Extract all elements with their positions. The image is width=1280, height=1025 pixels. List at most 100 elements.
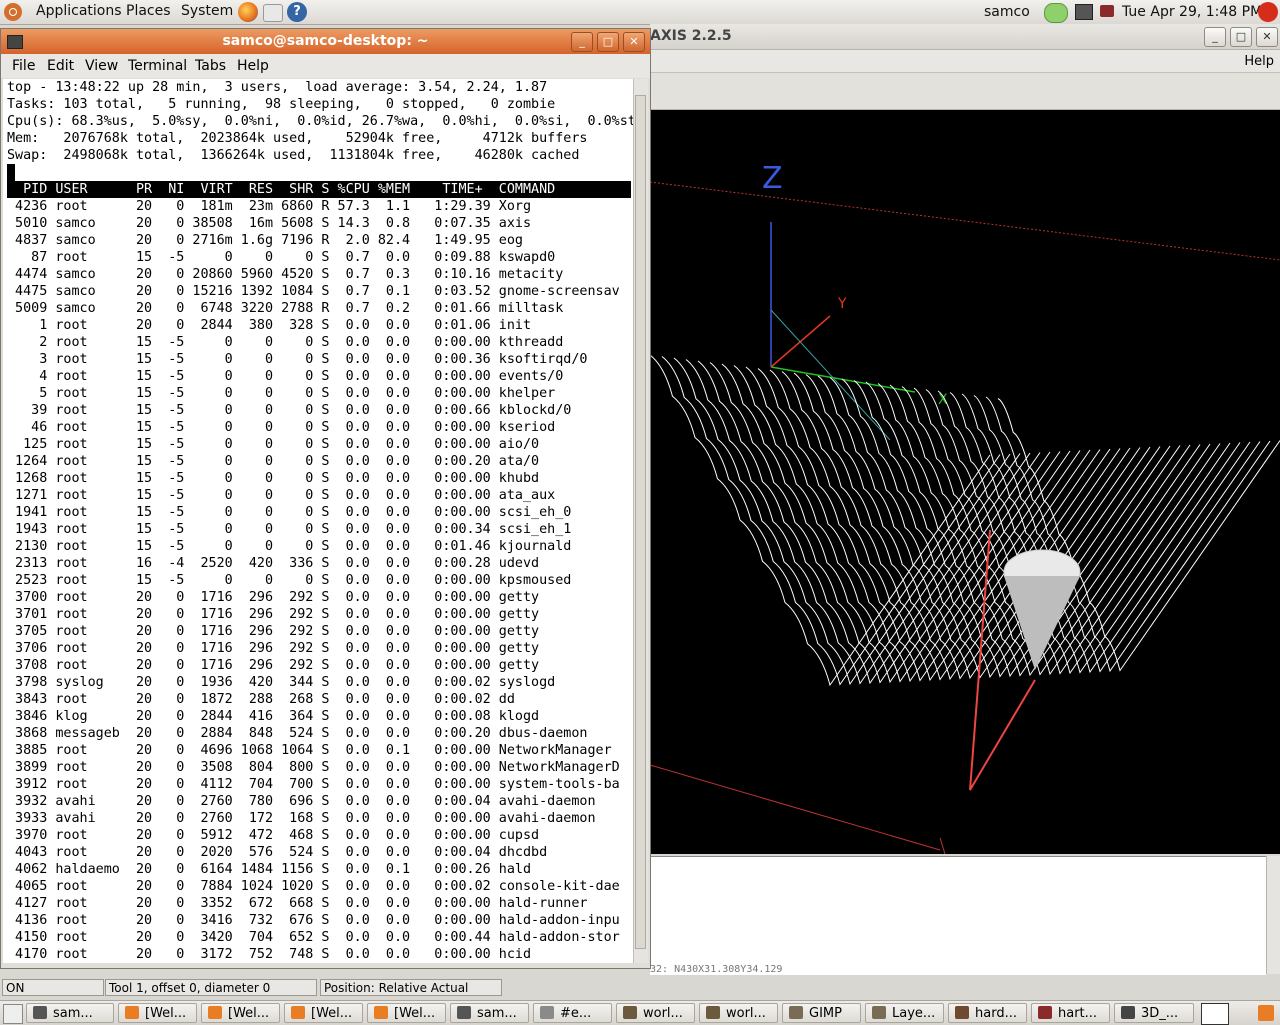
- process-row: 1271 root 15 -5 0 0 0 S 0.0 0.0 0:00.00 …: [7, 488, 556, 503]
- taskbar-button[interactable]: sam...: [450, 1003, 529, 1023]
- process-row: 3912 root 20 0 4112 704 700 S 0.0 0.0 0:…: [7, 777, 620, 792]
- gcode-listing[interactable]: 32: N430X31.308Y34.129: [650, 856, 1266, 975]
- taskbar-button[interactable]: worl...: [699, 1003, 778, 1023]
- display-icon[interactable]: [1075, 4, 1093, 20]
- taskbar-button-label: hard...: [975, 1006, 1017, 1021]
- taskbar-button[interactable]: Laye...: [865, 1003, 944, 1023]
- limit-line: [649, 181, 1280, 261]
- minimize-button[interactable]: _: [1204, 27, 1226, 47]
- gimp-icon: [872, 1006, 886, 1019]
- network-icon[interactable]: [1044, 3, 1068, 23]
- volume-icon[interactable]: [1100, 5, 1114, 17]
- scrollbar-thumb[interactable]: [635, 95, 646, 949]
- taskbar-button[interactable]: worl...: [616, 1003, 695, 1023]
- process-table: 4236 root 20 0 181m 23m 6860 R 57.3 1.1 …: [3, 198, 620, 963]
- taskbar-button[interactable]: [Wel...: [118, 1003, 197, 1023]
- taskbar-button[interactable]: 3D_...: [1114, 1003, 1194, 1023]
- system-menu[interactable]: System: [181, 3, 233, 19]
- process-row: 3 root 15 -5 0 0 0 S 0.0 0.0 0:00.36 kso…: [7, 352, 588, 367]
- toolpath-preview[interactable]: Z Y X: [649, 110, 1280, 855]
- taskbar-button[interactable]: hart...: [1031, 1003, 1110, 1023]
- process-row: 2 root 15 -5 0 0 0 S 0.0 0.0 0:00.00 kth…: [7, 335, 564, 350]
- terminal-titlebar[interactable]: samco@samco-desktop: ~ _ □ ✕: [1, 29, 650, 54]
- process-row: 3899 root 20 0 3508 804 800 S 0.0 0.0 0:…: [7, 760, 620, 775]
- applications-menu[interactable]: Applications: [36, 3, 122, 19]
- document-icon: [1038, 1006, 1052, 1019]
- terminal-window-title: samco@samco-desktop: ~: [222, 33, 429, 49]
- taskbar-button-label: [Wel...: [228, 1006, 270, 1021]
- maximize-button[interactable]: □: [1230, 27, 1252, 47]
- limit-line: [939, 837, 946, 855]
- taskbar-button[interactable]: hard...: [948, 1003, 1027, 1023]
- taskbar-button[interactable]: sam...: [26, 1003, 114, 1023]
- terminal-icon: [33, 1006, 47, 1019]
- close-button[interactable]: ✕: [623, 32, 645, 52]
- y-axis-label: Y: [837, 296, 847, 312]
- taskbar-button-label: [Wel...: [311, 1006, 353, 1021]
- taskbar-button[interactable]: [Wel...: [201, 1003, 280, 1023]
- x-axis-label: X: [938, 392, 948, 408]
- gcode-line[interactable]: 32: N430X31.308Y34.129: [650, 964, 782, 975]
- machine-status: ON: [2, 979, 104, 996]
- show-desktop-icon[interactable]: [3, 1004, 23, 1024]
- firefox-icon: [374, 1006, 388, 1019]
- process-row: 4236 root 20 0 181m 23m 6860 R 57.3 1.1 …: [7, 199, 532, 214]
- taskbar-button-label: [Wel...: [145, 1006, 187, 1021]
- process-row: 3843 root 20 0 1872 288 268 S 0.0 0.0 0:…: [7, 692, 515, 707]
- gcode-scrollbar[interactable]: [1266, 856, 1280, 974]
- taskbar-button[interactable]: GIMP: [782, 1003, 861, 1023]
- workspace-switcher[interactable]: [1201, 1003, 1229, 1025]
- process-row: 4062 haldaemo 20 0 6164 1484 1156 S 0.0 …: [7, 862, 532, 877]
- menu-tabs[interactable]: Tabs: [195, 58, 226, 74]
- menu-edit[interactable]: Edit: [47, 58, 74, 74]
- help-menu[interactable]: Help: [1244, 54, 1274, 69]
- process-row: 4474 samco 20 0 20860 5960 4520 S 0.7 0.…: [7, 267, 564, 282]
- minimize-button[interactable]: _: [571, 32, 593, 52]
- process-row: 4837 samco 20 0 2716m 1.6g 7196 R 2.0 82…: [7, 233, 523, 248]
- places-menu[interactable]: Places: [126, 3, 171, 19]
- toolpath-pass: [925, 389, 1221, 675]
- firefox-icon: [291, 1006, 305, 1019]
- maximize-button[interactable]: □: [597, 32, 619, 52]
- shutdown-icon[interactable]: [1258, 2, 1278, 22]
- mail-launcher-icon[interactable]: [263, 4, 283, 22]
- taskbar-button-label: GIMP: [809, 1006, 842, 1021]
- menu-help[interactable]: Help: [237, 58, 269, 74]
- gimp-icon: [789, 1006, 803, 1019]
- firefox-launcher-icon[interactable]: [238, 2, 258, 22]
- process-row: 1264 root 15 -5 0 0 0 S 0.0 0.0 0:00.20 …: [7, 454, 540, 469]
- taskbar-button[interactable]: [Wel...: [284, 1003, 363, 1023]
- axis-icon: [1121, 1006, 1135, 1019]
- close-button[interactable]: ✕: [1256, 27, 1278, 47]
- process-row: 4043 root 20 0 2020 576 524 S 0.0 0.0 0:…: [7, 845, 548, 860]
- tool-cone: [1004, 576, 1080, 670]
- process-row: 2523 root 15 -5 0 0 0 S 0.0 0.0 0:00.00 …: [7, 573, 572, 588]
- axis-titlebar[interactable]: AXIS 2.2.5 _ □ ✕: [650, 24, 1280, 50]
- limit-line: [649, 764, 941, 851]
- menu-file[interactable]: File: [12, 58, 35, 74]
- trash-icon[interactable]: [1258, 1005, 1274, 1021]
- help-launcher-icon[interactable]: ?: [287, 2, 307, 22]
- clock[interactable]: Tue Apr 29, 1:48 PM: [1122, 4, 1262, 20]
- toolpath-pass: [865, 381, 1171, 678]
- process-row: 2130 root 15 -5 0 0 0 S 0.0 0.0 0:01.46 …: [7, 539, 572, 554]
- document-icon: [955, 1006, 969, 1019]
- terminal-output[interactable]: top - 13:48:22 up 28 min, 3 users, load …: [3, 79, 633, 963]
- process-row: 3700 root 20 0 1716 296 292 S 0.0 0.0 0:…: [7, 590, 540, 605]
- taskbar-button-label: #e...: [560, 1006, 592, 1021]
- process-row: 39 root 15 -5 0 0 0 S 0.0 0.0 0:00.66 kb…: [7, 403, 572, 418]
- top-summary: top - 13:48:22 up 28 min, 3 users, load …: [3, 79, 633, 164]
- position-status: Position: Relative Actual: [320, 979, 502, 996]
- terminal-scrollbar[interactable]: [633, 79, 648, 963]
- taskbar-button[interactable]: #e...: [533, 1003, 612, 1023]
- process-row: 3705 root 20 0 1716 296 292 S 0.0 0.0 0:…: [7, 624, 540, 639]
- top-panel: Applications Places System ? samco Tue A…: [0, 0, 1280, 25]
- menu-view[interactable]: View: [85, 58, 118, 74]
- ubuntu-logo-icon[interactable]: [4, 3, 22, 21]
- taskbar-button-label: [Wel...: [394, 1006, 436, 1021]
- taskbar-button[interactable]: [Wel...: [367, 1003, 446, 1023]
- firefox-icon: [125, 1006, 139, 1019]
- axis-window: AXIS 2.2.5 _ □ ✕ Help Z Y X 32: N430X31.…: [649, 24, 1280, 1000]
- user-name[interactable]: samco: [984, 4, 1030, 20]
- menu-terminal[interactable]: Terminal: [128, 58, 187, 74]
